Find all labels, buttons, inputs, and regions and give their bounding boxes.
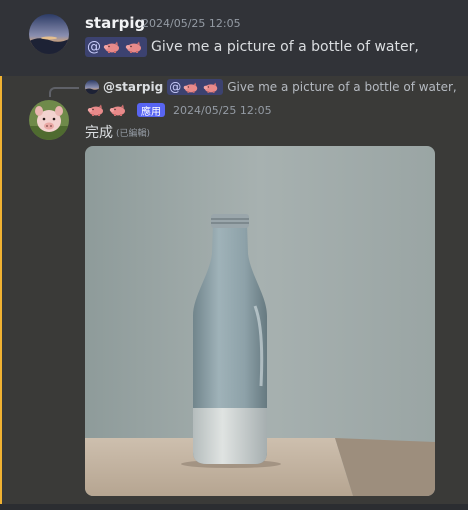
pig-icon bbox=[109, 104, 127, 116]
bot-header: 應用 2024/05/25 12:05 bbox=[85, 103, 272, 118]
app-badge: 應用 bbox=[137, 103, 165, 118]
mini-avatar-sunset-icon bbox=[85, 80, 99, 94]
edited-label: (已編輯) bbox=[116, 128, 151, 139]
timestamp: 2024/05/25 12:05 bbox=[173, 103, 272, 117]
username[interactable]: starpig bbox=[85, 14, 145, 32]
message-text: 完成 bbox=[85, 125, 113, 141]
mention-at: @ bbox=[87, 39, 101, 55]
avatar-sunset-icon bbox=[29, 14, 69, 54]
message-text: Give me a picture of a bottle of water, bbox=[151, 39, 419, 55]
user-avatar-starpig[interactable] bbox=[29, 14, 69, 54]
timestamp: 2024/05/25 12:05 bbox=[142, 17, 241, 30]
reply-connector bbox=[49, 87, 79, 97]
bottle-image bbox=[85, 146, 435, 496]
bot-message-content: 完成 (已編輯) bbox=[85, 122, 150, 142]
mention-pill[interactable]: @ bbox=[85, 37, 147, 57]
bot-avatar-piglet[interactable] bbox=[29, 100, 69, 140]
reply-preview[interactable]: @starpig @ Give me a picture of a bottle… bbox=[85, 79, 457, 95]
reply-text: Give me a picture of a bottle of water, bbox=[227, 80, 457, 94]
message-1: starpig 2024/05/25 12:05 @ Give me a pic… bbox=[0, 0, 468, 76]
pig-icon bbox=[103, 41, 121, 53]
pig-icon bbox=[183, 82, 199, 93]
reply-username[interactable]: @starpig bbox=[103, 80, 163, 94]
pig-icon bbox=[203, 82, 219, 93]
image-attachment[interactable] bbox=[85, 146, 435, 496]
reply-mention-at: @ bbox=[169, 80, 182, 94]
pig-icon bbox=[87, 104, 105, 116]
bottom-divider bbox=[0, 504, 468, 510]
pig-icon bbox=[125, 41, 143, 53]
reply-mention-pill: @ bbox=[167, 79, 224, 95]
message-content: @ Give me a picture of a bottle of water… bbox=[85, 37, 419, 57]
avatar-piglet-icon bbox=[29, 100, 69, 140]
